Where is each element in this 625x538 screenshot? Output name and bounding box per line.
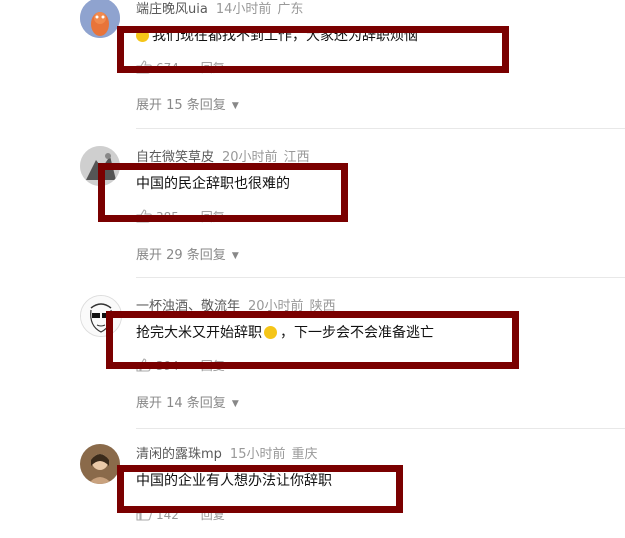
highlight-box — [117, 465, 403, 513]
location: 重庆 — [291, 447, 318, 462]
comment-meta: 清闲的露珠mp 15小时前 重庆 — [136, 447, 317, 463]
highlight-box — [106, 311, 519, 369]
user-avatar[interactable] — [80, 444, 120, 484]
caret-down-icon: ▼ — [231, 399, 239, 409]
expand-replies-button[interactable]: 展开 29 条回复 ▼ — [136, 248, 239, 264]
timestamp: 15小时前 — [229, 447, 286, 462]
caret-down-icon: ▼ — [231, 251, 239, 261]
username[interactable]: 端庄晚风uia — [136, 2, 208, 17]
girl-photo-avatar-icon — [80, 444, 120, 484]
divider — [136, 428, 625, 429]
location: 广东 — [277, 2, 304, 17]
caret-down-icon: ▼ — [231, 101, 239, 111]
username[interactable]: 清闲的露珠mp — [136, 447, 222, 462]
highlight-box — [117, 26, 509, 73]
expand-replies-button[interactable]: 展开 14 条回复 ▼ — [136, 396, 239, 412]
expand-replies-button[interactable]: 展开 15 条回复 ▼ — [136, 98, 239, 114]
divider — [136, 277, 625, 278]
highlight-box — [98, 163, 348, 222]
comment-meta: 端庄晚风uia 14小时前 广东 — [136, 2, 303, 18]
orange-cartoon-avatar-icon — [80, 0, 120, 38]
timestamp: 14小时前 — [215, 2, 272, 17]
divider — [136, 128, 625, 129]
user-avatar[interactable] — [80, 0, 120, 38]
